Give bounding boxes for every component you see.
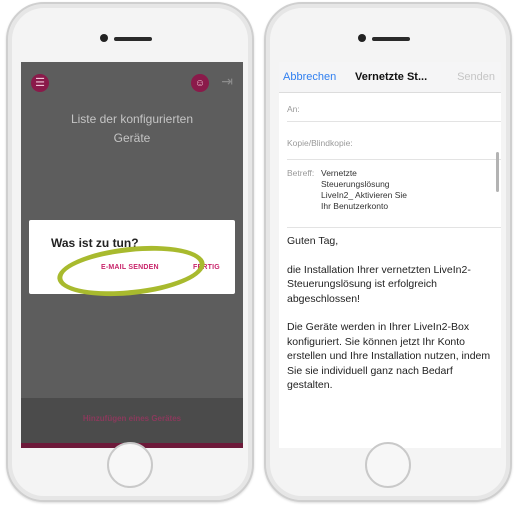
mail-title: Vernetzte St...: [355, 71, 428, 83]
send-button[interactable]: Senden: [457, 71, 495, 83]
user-icon: ☺: [194, 77, 206, 89]
home-button[interactable]: [365, 442, 411, 488]
user-button[interactable]: ☺: [191, 74, 209, 92]
cancel-button[interactable]: Abbrechen: [283, 71, 336, 83]
add-device-bar[interactable]: Hinzufügen eines Gerätes: [21, 398, 243, 448]
to-field[interactable]: An:: [287, 92, 501, 122]
earpiece-speaker: [372, 37, 410, 41]
cc-bcc-field[interactable]: Kopie/Blindkopie:: [287, 122, 501, 160]
phone-frame-left: ☰ ☺ ⇥ Liste der konfigurierten Geräte Hi…: [6, 2, 254, 502]
mail-navbar: Abbrechen Vernetzte St... Senden: [279, 62, 501, 93]
mail-compose: Abbrechen Vernetzte St... Senden An: Kop…: [279, 62, 501, 448]
home-button[interactable]: [107, 442, 153, 488]
scrollbar[interactable]: [496, 152, 499, 192]
front-camera: [100, 34, 108, 42]
front-camera: [358, 34, 366, 42]
cc-label: Kopie/Blindkopie:: [287, 138, 353, 148]
body-paragraph-2: Die Geräte werden in Ihrer LiveIn2-Box k…: [287, 321, 491, 391]
greeting: Guten Tag,: [287, 235, 339, 247]
subject-field[interactable]: Betreff: Vernetzte Steuerungslösung Live…: [287, 160, 501, 228]
subject-text: Vernetzte Steuerungslösung LiveIn2_ Akti…: [321, 168, 407, 211]
hamburger-icon: ☰: [35, 76, 45, 89]
phone-frame-right: Abbrechen Vernetzte St... Senden An: Kop…: [264, 2, 512, 502]
logout-icon[interactable]: ⇥: [221, 73, 233, 90]
menu-button[interactable]: ☰: [31, 74, 49, 92]
add-device-label: Hinzufügen eines Gerätes: [82, 414, 182, 423]
app-screen: ☰ ☺ ⇥ Liste der konfigurierten Geräte Hi…: [21, 62, 243, 448]
subject-label: Betreff:: [287, 168, 315, 178]
page-title: Liste der konfigurierten Geräte: [70, 112, 194, 145]
mail-compose-screen: Abbrechen Vernetzte St... Senden An: Kop…: [279, 62, 501, 448]
to-label: An:: [287, 104, 300, 114]
mail-body[interactable]: Guten Tag, die Installation Ihrer vernet…: [287, 234, 495, 407]
body-paragraph-1: die Installation Ihrer vernetzten LiveIn…: [287, 263, 471, 305]
earpiece-speaker: [114, 37, 152, 41]
